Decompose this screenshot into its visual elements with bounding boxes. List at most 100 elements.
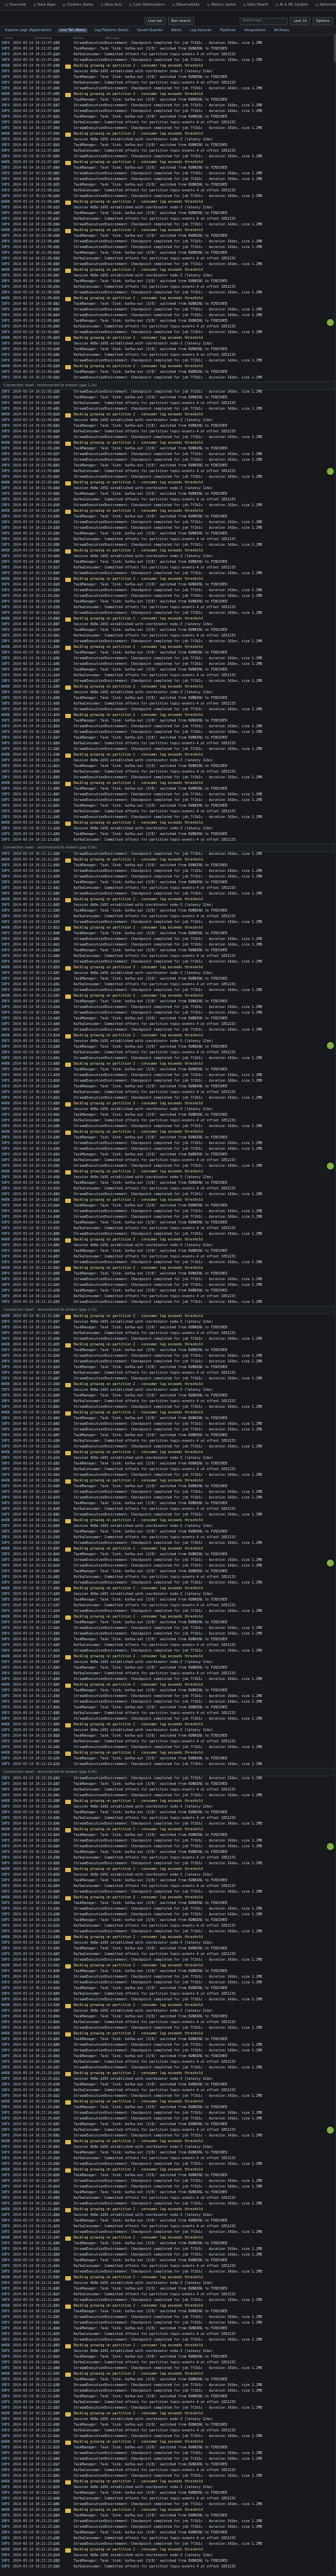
log-row[interactable]: INFO 2024-03-14 10:21:16.252 app TaskManage… (1, 1462, 335, 1467)
log-row[interactable]: INFO 2024-03-14 10:21:07.557 app StreamExec… (1, 103, 335, 109)
log-row[interactable]: INFO 2024-03-14 10:21:19.138 app StreamExec… (1, 1913, 335, 1918)
log-row[interactable]: INFO 2024-03-14 10:21:21.432 app KafkaConsu… (1, 2264, 335, 2270)
log-row[interactable]: WARN 2024-03-14 10:21:12.626 app Backlog gr… (1, 897, 335, 903)
log-row[interactable]: INFO 2024-03-14 10:21:22.542 app StreamExec… (1, 2434, 335, 2440)
log-row[interactable]: INFO 2024-03-14 10:21:08.667 app Session 4b… (1, 274, 335, 279)
log-row[interactable]: INFO 2024-03-14 10:21:22.172 app TaskManage… (1, 2378, 335, 2383)
log-row[interactable]: WARN 2024-03-14 10:21:14.143 app Backlog gr… (1, 1130, 335, 1136)
log-row[interactable]: INFO 2024-03-14 10:21:09.555 app Session 4b… (1, 418, 335, 424)
log-row[interactable]: WARN 2024-03-14 10:21:18.139 app Backlog gr… (1, 1751, 335, 1757)
log-row[interactable]: INFO 2024-03-14 10:21:21.136 app TaskManage… (1, 2219, 335, 2224)
live-tail-button[interactable]: Live tail (145, 17, 166, 25)
log-row[interactable]: INFO 2024-03-14 10:21:07.520 app TaskManage… (1, 98, 335, 103)
log-row[interactable]: INFO 2024-03-14 10:21:16.474 app StreamExec… (1, 1496, 335, 1501)
log-row[interactable]: INFO 2024-03-14 10:21:16.326 app StreamExec… (1, 1473, 335, 1479)
log-row[interactable]: INFO 2024-03-14 10:21:17.103 app Session 4b… (1, 1592, 335, 1598)
log-row[interactable]: INFO 2024-03-14 10:21:17.325 app StreamExec… (1, 1626, 335, 1632)
log-row[interactable]: INFO 2024-03-14 10:21:08.704 app TaskManage… (1, 279, 335, 285)
log-row[interactable]: INFO 2024-03-14 10:21:11.960 app TaskManage… (1, 787, 335, 793)
tab[interactable]: Pipelines (218, 28, 237, 33)
log-row[interactable]: INFO 2024-03-14 10:21:17.362 app StreamExec… (1, 1632, 335, 1637)
log-row[interactable]: WARN 2024-03-14 10:21:13.070 app Backlog gr… (1, 965, 335, 971)
log-row[interactable]: INFO 2024-03-14 10:21:15.068 app TaskManage… (1, 1272, 335, 1277)
log-row[interactable]: INFO 2024-03-14 10:21:20.100 app KafkaConsu… (1, 2060, 335, 2066)
log-row[interactable]: INFO 2024-03-14 10:21:09.148 app TaskManage… (1, 347, 335, 353)
log-row[interactable]: INFO 2024-03-14 10:21:10.554 app StreamExec… (1, 571, 335, 577)
log-row[interactable]: INFO 2024-03-14 10:21:08.408 app TaskManage… (1, 234, 335, 240)
log-row[interactable]: INFO 2024-03-14 10:21:09.037 app StreamExec… (1, 330, 335, 336)
log-row[interactable]: INFO 2024-03-14 10:21:20.655 app Session 4b… (1, 2145, 335, 2151)
log-row[interactable]: INFO 2024-03-14 10:21:11.849 app KafkaConsu… (1, 770, 335, 775)
log-row[interactable]: INFO 2024-03-14 10:21:16.067 app TaskManage… (1, 1433, 335, 1439)
log-row[interactable]: INFO 2024-03-14 10:21:12.589 app StreamExec… (1, 892, 335, 897)
tab[interactable]: Saved Queries (135, 28, 164, 33)
log-row[interactable]: INFO 2024-03-14 10:21:11.664 app KafkaConsu… (1, 741, 335, 747)
log-row[interactable]: INFO 2024-03-14 10:21:14.291 app TaskManage… (1, 1153, 335, 1158)
log-row[interactable]: INFO 2024-03-14 10:21:12.071 app TaskManage… (1, 804, 335, 810)
log-row[interactable]: INFO 2024-03-14 10:21:20.433 app StreamExec… (1, 2111, 335, 2117)
log-row[interactable]: INFO 2024-03-14 10:21:10.998 app StreamExec… (1, 639, 335, 645)
log-row[interactable]: INFO 2024-03-14 10:21:11.812 app TaskManage… (1, 764, 335, 770)
log-row[interactable]: INFO 2024-03-14 10:21:09.814 app StreamExec… (1, 458, 335, 464)
log-row[interactable]: INFO 2024-03-14 10:21:21.321 app StreamExec… (1, 2247, 335, 2253)
log-row[interactable]: WARN 2024-03-14 10:21:13.514 app Backlog gr… (1, 1034, 335, 1039)
log-row[interactable]: WARN 2024-03-14 10:21:16.807 app Backlog gr… (1, 1547, 335, 1552)
log-row[interactable]: INFO 2024-03-14 10:21:10.369 app StreamExec… (1, 543, 335, 549)
log-row[interactable]: INFO 2024-03-14 10:21:18.916 app TaskManage… (1, 1878, 335, 1884)
log-row[interactable]: WARN 2024-03-14 10:21:09.962 app Backlog gr… (1, 481, 335, 486)
log-row[interactable]: INFO 2024-03-14 10:21:13.181 app KafkaConsu… (1, 982, 335, 988)
log-row[interactable]: INFO 2024-03-14 10:21:20.470 app StreamExec… (1, 2117, 335, 2122)
status-bubble-icon[interactable] (327, 1163, 334, 1170)
log-row[interactable]: WARN 2024-03-14 10:21:19.915 app Backlog gr… (1, 2032, 335, 2037)
log-row[interactable]: INFO 2024-03-14 10:21:13.810 app StreamExec… (1, 1079, 335, 1085)
log-row[interactable]: INFO 2024-03-14 10:21:15.586 app StreamExec… (1, 1360, 335, 1365)
log-row[interactable]: INFO 2024-03-14 10:21:12.552 app KafkaConsu… (1, 886, 335, 892)
log-row[interactable]: INFO 2024-03-14 10:21:21.210 app StreamExec… (1, 2230, 335, 2236)
log-row[interactable]: INFO 2024-03-14 10:21:11.220 app KafkaConsu… (1, 673, 335, 679)
log-row[interactable]: INFO 2024-03-14 10:21:21.802 app StreamExec… (1, 2321, 335, 2326)
log-row[interactable]: WARN 2024-03-14 10:21:16.178 app Backlog gr… (1, 1450, 335, 1456)
log-row[interactable]: INFO 2024-03-14 10:21:23.356 app TaskManage… (1, 2559, 335, 2565)
log-row[interactable]: INFO 2024-03-14 10:21:17.991 app Session 4b… (1, 1728, 335, 1734)
log-row[interactable]: INFO 2024-03-14 10:21:13.921 app StreamExec… (1, 1096, 335, 1102)
log-row[interactable]: WARN 2024-03-14 10:21:17.695 app Backlog gr… (1, 1683, 335, 1689)
log-row[interactable]: INFO 2024-03-14 10:21:12.478 app StreamExec… (1, 875, 335, 880)
log-row[interactable]: INFO 2024-03-14 10:21:21.025 app StreamExec… (1, 2202, 335, 2207)
log-row[interactable]: INFO 2024-03-14 10:21:18.731 app TaskManage… (1, 1850, 335, 1856)
log-row[interactable]: INFO 2024-03-14 10:21:16.437 app StreamExec… (1, 1490, 335, 1496)
log-row[interactable]: WARN 2024-03-14 10:21:09.074 app Backlog gr… (1, 336, 335, 342)
log-row[interactable]: INFO 2024-03-14 10:21:07.150 app StreamExec… (1, 41, 335, 47)
log-row[interactable]: INFO 2024-03-14 10:21:18.657 app StreamExec… (1, 1839, 335, 1844)
log-row[interactable]: WARN 2024-03-14 10:21:21.506 app Backlog gr… (1, 2275, 335, 2281)
log-row[interactable]: INFO 2024-03-14 10:21:13.292 app TaskManage… (1, 999, 335, 1005)
log-row[interactable]: INFO 2024-03-14 10:21:19.064 app TaskManage… (1, 1901, 335, 1907)
log-row[interactable]: INFO 2024-03-14 10:21:16.992 app KafkaConsu… (1, 1575, 335, 1581)
log-row[interactable]: INFO 2024-03-14 10:21:12.663 app Session 4b… (1, 903, 335, 909)
log-row[interactable]: WARN 2024-03-14 10:21:15.290 app Backlog gr… (1, 1314, 335, 1320)
log-row[interactable]: INFO 2024-03-14 10:21:18.546 app StreamExec… (1, 1822, 335, 1827)
log-row[interactable]: INFO 2024-03-14 10:21:13.588 app TaskManage… (1, 1045, 335, 1051)
log-row[interactable]: INFO 2024-03-14 10:21:12.330 app StreamExec… (1, 852, 335, 858)
log-row[interactable]: WARN 2024-03-14 10:21:16.363 app Backlog gr… (1, 1479, 335, 1484)
log-row[interactable]: INFO 2024-03-14 10:21:08.778 app StreamExec… (1, 291, 335, 296)
log-row[interactable]: INFO 2024-03-14 10:21:23.134 app StreamExec… (1, 2525, 335, 2531)
log-row[interactable]: INFO 2024-03-14 10:21:19.693 app StreamExec… (1, 1998, 335, 2003)
log-row[interactable]: WARN 2024-03-14 10:21:07.483 app Backlog gr… (1, 92, 335, 98)
log-row[interactable]: INFO 2024-03-14 10:21:07.372 app TaskManage… (1, 75, 335, 81)
log-row[interactable]: INFO 2024-03-14 10:21:14.994 app StreamExec… (1, 1260, 335, 1266)
log-row[interactable]: INFO 2024-03-14 10:21:07.594 app StreamExec… (1, 109, 335, 115)
log-row[interactable]: INFO 2024-03-14 10:21:21.580 app TaskManage… (1, 2287, 335, 2292)
log-row[interactable]: INFO 2024-03-14 10:21:17.214 app StreamExec… (1, 1609, 335, 1615)
log-row[interactable]: INFO 2024-03-14 10:21:17.621 app KafkaConsu… (1, 1671, 335, 1677)
log-row[interactable]: WARN 2024-03-14 10:21:10.147 app Backlog gr… (1, 509, 335, 515)
log-row[interactable]: INFO 2024-03-14 10:21:16.141 app StreamExec… (1, 1445, 335, 1450)
log-row[interactable]: INFO 2024-03-14 10:21:15.512 app TaskManage… (1, 1348, 335, 1354)
log-row[interactable]: INFO 2024-03-14 10:21:14.439 app Session 4b… (1, 1175, 335, 1181)
log-row[interactable]: INFO 2024-03-14 10:21:11.257 app StreamExec… (1, 679, 335, 685)
log-row[interactable]: INFO 2024-03-14 10:21:17.029 app StreamExec… (1, 1581, 335, 1586)
log-row[interactable]: INFO 2024-03-14 10:21:14.920 app TaskManage… (1, 1249, 335, 1255)
log-row[interactable]: INFO 2024-03-14 10:21:23.060 app TaskManage… (1, 2514, 335, 2519)
log-row[interactable]: WARN 2024-03-14 10:21:07.742 app Backlog gr… (1, 132, 335, 138)
log-row[interactable]: INFO 2024-03-14 10:21:13.403 app TaskManage… (1, 1017, 335, 1022)
log-row[interactable]: INFO 2024-03-14 10:21:08.963 app TaskManage… (1, 319, 335, 325)
